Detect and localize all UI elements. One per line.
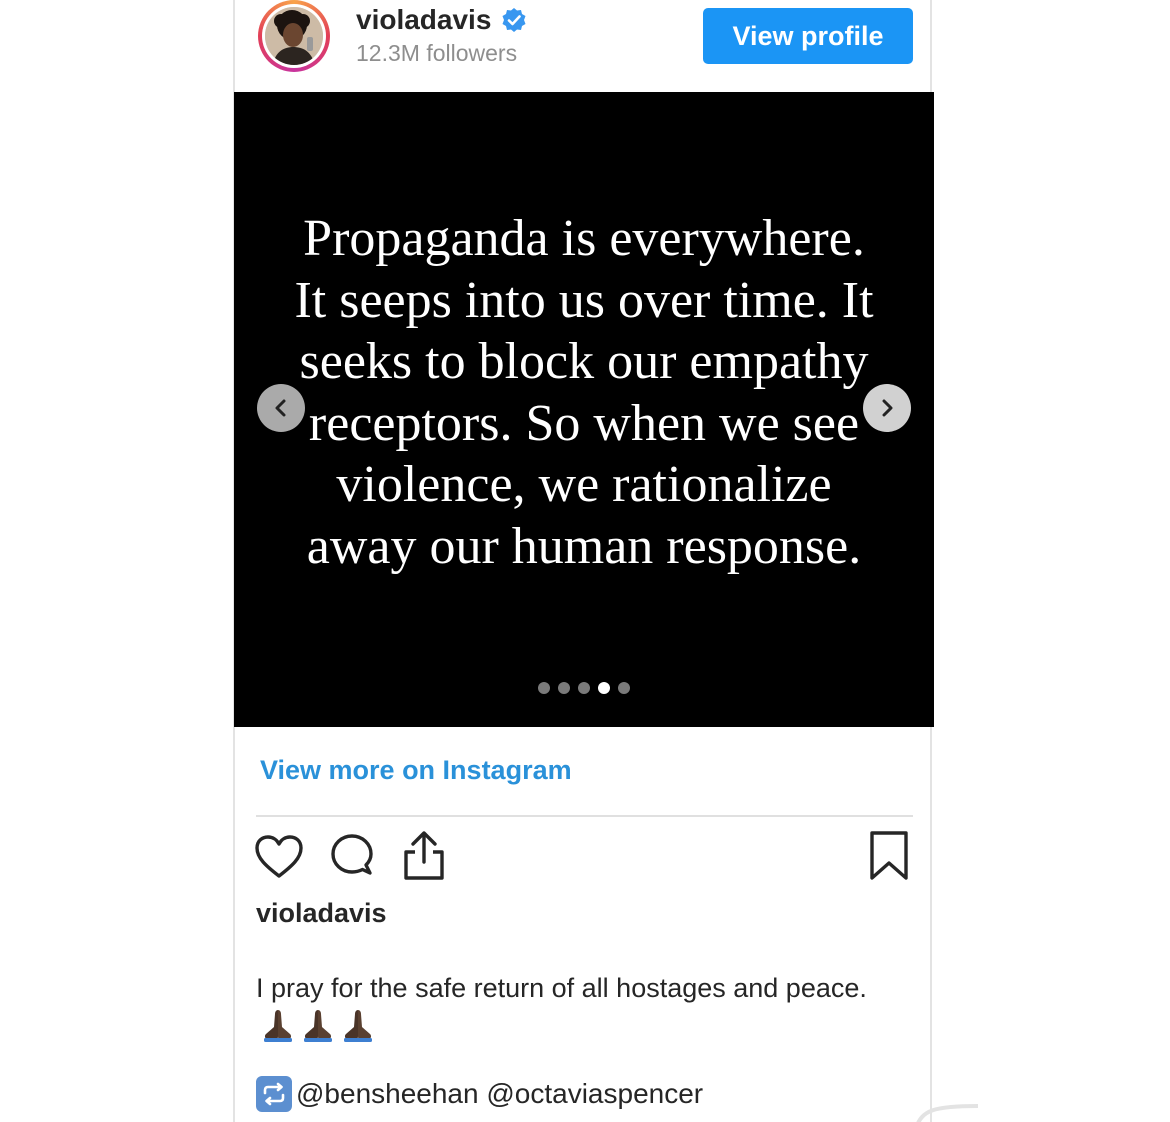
carousel-dot	[618, 682, 630, 694]
post-media-carousel[interactable]: Propaganda is everywhere. It seeps into …	[234, 92, 934, 727]
comment-bubble-icon[interactable]	[328, 832, 376, 880]
carousel-dot	[578, 682, 590, 694]
caption-text: I pray for the safe return of all hostag…	[256, 973, 867, 1003]
mentions-line: @bensheehan @octaviaspencer	[256, 1076, 703, 1112]
carousel-dot	[598, 682, 610, 694]
verified-badge-icon	[502, 8, 526, 32]
folded-hands-emoji	[256, 1010, 296, 1043]
decorative-corner-curve	[916, 1104, 979, 1122]
heart-icon[interactable]	[254, 834, 304, 880]
carousel-dot	[558, 682, 570, 694]
carousel-prev-button[interactable]	[257, 384, 305, 432]
caption-username[interactable]: violadavis	[256, 898, 387, 929]
instagram-embed-card: violadavis 12.3M followers View profile …	[233, 0, 934, 1122]
carousel-dots	[234, 682, 934, 694]
share-upload-icon[interactable]	[400, 830, 448, 882]
chevron-left-icon	[275, 399, 286, 417]
carousel-next-button[interactable]	[863, 384, 911, 432]
folded-hands-emoji	[296, 1010, 336, 1043]
avatar	[265, 7, 323, 65]
avatar-story-ring[interactable]	[258, 0, 330, 72]
emoji-group	[256, 1010, 376, 1043]
caption-text-block: I pray for the safe return of all hostag…	[256, 970, 896, 1047]
header-username[interactable]: violadavis	[356, 4, 527, 36]
view-profile-button[interactable]: View profile	[703, 8, 913, 64]
folded-hands-emoji	[336, 1010, 376, 1043]
chevron-right-icon	[882, 399, 893, 417]
divider	[256, 815, 913, 817]
header-username-text[interactable]: violadavis	[356, 4, 491, 36]
avatar-portrait-icon	[265, 7, 323, 65]
view-more-on-instagram-link[interactable]: View more on Instagram	[260, 755, 572, 786]
quote-text: Propaganda is everywhere. It seeps into …	[294, 210, 874, 575]
repeat-icon	[256, 1076, 292, 1112]
carousel-dot	[538, 682, 550, 694]
mentions-text[interactable]: @bensheehan @octaviaspencer	[296, 1078, 703, 1110]
follower-count: 12.3M followers	[356, 40, 518, 66]
post-header: violadavis 12.3M followers View profile	[235, 0, 930, 92]
bookmark-icon[interactable]	[868, 830, 910, 882]
